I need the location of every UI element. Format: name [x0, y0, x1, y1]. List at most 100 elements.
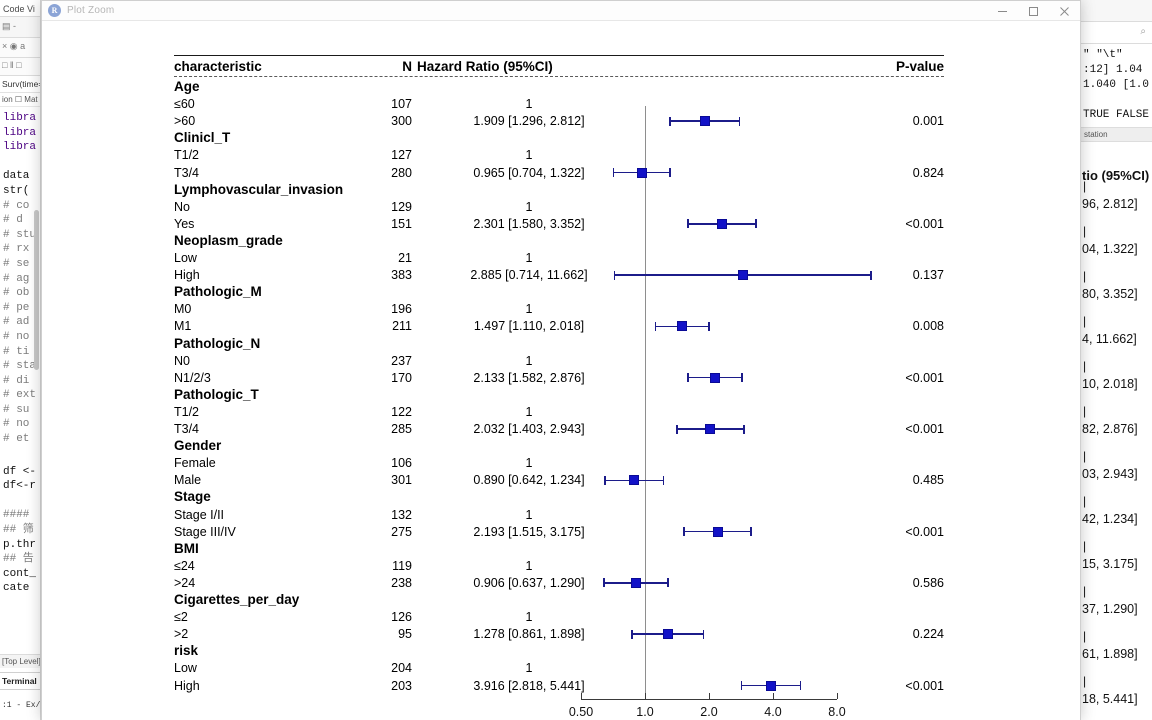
- row-n-value: 127: [391, 148, 412, 163]
- row-level-label: N0: [174, 353, 190, 368]
- row-level-label: Stage III/IV: [174, 524, 236, 539]
- r-logo-icon: R: [48, 4, 61, 17]
- code-editor-lower[interactable]: df <- df<-r #### ## 筛 p.thr ## 告 cont_ cate: [0, 465, 40, 596]
- reference-line: [645, 106, 646, 699]
- confidence-interval-cap: [666, 578, 669, 588]
- console-fragment: 42, 1.234]: [1082, 512, 1138, 526]
- source-toolbar-tertiary[interactable]: □ ‖ □: [0, 58, 40, 76]
- x-axis-line: [581, 699, 837, 701]
- window-controls: [987, 1, 1080, 21]
- row-group-label: Lymphovascular_invasion: [174, 181, 344, 197]
- close-icon[interactable]: [1049, 1, 1080, 21]
- console-fragment-tick: |: [1083, 494, 1087, 508]
- row-n-value: 211: [392, 319, 412, 334]
- window-titlebar[interactable]: R Plot Zoom: [42, 1, 1080, 21]
- code-line: data: [3, 170, 30, 183]
- console-line: :12] 1.04: [1083, 64, 1143, 76]
- window-title: Plot Zoom: [67, 5, 115, 16]
- console-fragment: 80, 3.352]: [1082, 287, 1138, 301]
- row-level-label: T3/4: [174, 422, 200, 436]
- x-axis-tick: [709, 693, 711, 699]
- console-fragment-tick: |: [1083, 584, 1087, 598]
- row-p-value: <0.001: [905, 422, 944, 436]
- row-hazard-ratio-text: 0.965 [0.704, 1.322]: [473, 165, 585, 180]
- row-hazard-ratio-text: 1: [525, 199, 533, 214]
- confidence-interval-cap: [604, 475, 606, 485]
- row-n-value: 280: [391, 165, 412, 180]
- confidence-interval-cap: [612, 168, 615, 177]
- confidence-interval-cap: [740, 373, 743, 383]
- row-level-label: T1/2: [174, 404, 200, 419]
- row-level-label: T3/4: [174, 165, 200, 180]
- row-hazard-ratio-text: 1: [525, 148, 533, 163]
- column-header-p-value: P-value: [895, 59, 944, 74]
- row-hazard-ratio-text: 1: [525, 558, 533, 573]
- row-group-label: Pathologic_M: [174, 284, 262, 300]
- x-axis-tick: [581, 693, 583, 699]
- row-group-label: risk: [174, 643, 199, 659]
- plot-zoom-window: R Plot Zoom characteristic N Hazard Rati…: [41, 0, 1081, 720]
- confidence-interval-cap: [603, 578, 605, 588]
- row-hazard-ratio-text: 1: [525, 302, 533, 317]
- console-fragment: 03, 2.943]: [1082, 467, 1138, 481]
- rstudio-source-pane: Code Vi ▤ - × ◉ a □ ‖ □ Surv(time=d ion …: [0, 0, 41, 720]
- code-line: ## 筛: [3, 524, 34, 537]
- column-header-hazard-ratio: Hazard Ratio (95%CI): [417, 59, 553, 74]
- row-n-value: 126: [391, 610, 412, 625]
- console-fragment: 15, 3.175]: [1082, 557, 1138, 571]
- maximize-icon[interactable]: [1018, 1, 1049, 21]
- source-scrollbar[interactable]: [34, 210, 39, 370]
- row-n-value: 301: [391, 473, 412, 488]
- terminal-line: :1 - Ex/post: [2, 701, 41, 710]
- confidence-interval-cap: [740, 681, 743, 690]
- confidence-interval-cap: [683, 527, 685, 537]
- row-hazard-ratio-text: 2.885 [0.714, 11.662]: [470, 268, 588, 283]
- row-group-label: BMI: [174, 540, 199, 556]
- confidence-interval-cap: [799, 681, 802, 690]
- column-header-characteristic: characteristic: [174, 59, 262, 74]
- row-level-label: ≤24: [174, 558, 195, 573]
- x-axis-tick: [645, 693, 647, 699]
- row-hazard-ratio-text: 1: [525, 507, 533, 522]
- row-hazard-ratio-text: 2.133 [1.582, 2.876]: [473, 370, 585, 385]
- confidence-interval-cap: [750, 527, 752, 537]
- source-toolbar[interactable]: ▤ -: [0, 16, 40, 38]
- console-fragment-tick: |: [1083, 404, 1087, 418]
- minimize-icon[interactable]: [987, 1, 1018, 21]
- hazard-ratio-marker: [629, 475, 640, 486]
- confidence-interval-cap: [654, 321, 657, 331]
- confidence-interval-cap: [631, 629, 633, 639]
- row-p-value: <0.001: [905, 370, 944, 385]
- code-line: # et: [3, 433, 30, 446]
- row-n-value: 275: [391, 524, 412, 539]
- row-p-value: 0.586: [912, 575, 944, 590]
- hazard-ratio-marker: [705, 424, 716, 434]
- console-search-icon[interactable]: ⌕: [1081, 22, 1152, 44]
- x-axis-tick-label: 2.0: [700, 705, 718, 719]
- code-line: df<-r: [3, 480, 37, 493]
- terminal-tab[interactable]: Terminal: [0, 672, 40, 690]
- confidence-interval-cap: [669, 168, 671, 177]
- source-toolbar-secondary[interactable]: × ◉ a: [0, 38, 40, 58]
- row-n-value: 196: [391, 302, 412, 317]
- source-tab[interactable]: Surv(time=d: [0, 76, 40, 93]
- hazard-ratio-marker: [677, 321, 688, 332]
- row-hazard-ratio-text: 1: [525, 404, 533, 419]
- row-n-value: 132: [391, 507, 412, 522]
- source-options[interactable]: ion ☐ Mat: [0, 93, 40, 107]
- row-hazard-ratio-text: 1: [525, 456, 533, 471]
- confidence-interval-cap: [613, 270, 616, 280]
- row-p-value: 0.485: [912, 473, 944, 488]
- row-n-value: 122: [391, 404, 412, 419]
- row-group-label: Stage: [174, 489, 211, 505]
- row-hazard-ratio-text: 2.032 [1.403, 2.943]: [473, 422, 585, 436]
- code-line: str(: [3, 184, 30, 197]
- forest-plot-canvas: characteristic N Hazard Ratio (95%CI) P-…: [42, 21, 1080, 720]
- console-fragment-tick: |: [1083, 629, 1087, 643]
- row-level-label: M0: [174, 302, 192, 317]
- menu-bar[interactable]: Code Vi: [0, 0, 40, 16]
- x-axis-tick-label: 8.0: [828, 705, 846, 719]
- console-output: " "\t":12] 1.04 1.040 [1.0 TRUE FALSE: [1081, 44, 1152, 123]
